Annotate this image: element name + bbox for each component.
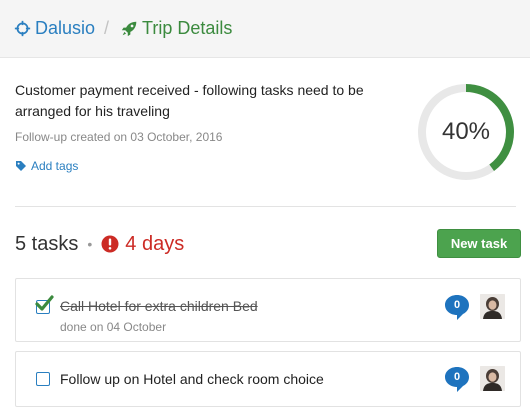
breadcrumb-separator: / xyxy=(104,17,110,38)
days-remaining: 4 days xyxy=(125,232,185,255)
exclamation-circle-icon xyxy=(101,235,119,253)
trip-description: Customer payment received - following ta… xyxy=(15,82,364,119)
task-checkbox[interactable] xyxy=(36,372,50,386)
comment-count: 0 xyxy=(453,371,461,383)
checkmark-icon xyxy=(35,295,54,311)
tasks-count: 5 tasks xyxy=(15,232,79,255)
avatar[interactable] xyxy=(480,366,505,391)
breadcrumb-home-link[interactable]: Dalusio xyxy=(14,17,95,39)
tag-icon xyxy=(16,161,26,171)
separator-bullet: • xyxy=(87,236,93,252)
tasks-summary: 5 tasks • 4 days xyxy=(15,231,184,257)
rocket-icon xyxy=(121,21,137,36)
followup-created-date: Follow-up created on 03 October, 2016 xyxy=(15,130,223,144)
section-divider xyxy=(15,206,516,207)
breadcrumb-current: Trip Details xyxy=(121,17,232,39)
avatar-image xyxy=(480,294,505,319)
comment-count: 0 xyxy=(453,299,461,311)
page-header: Dalusio / Trip Details xyxy=(0,0,530,58)
progress-percent-label: 40% xyxy=(441,118,491,145)
avatar-image xyxy=(480,366,505,391)
add-tags-label: Add tags xyxy=(31,159,79,173)
new-task-button[interactable]: New task xyxy=(437,229,521,258)
breadcrumb-home-label: Dalusio xyxy=(35,17,96,38)
task-status: done on 04 October xyxy=(60,320,167,334)
task-title: Follow up on Hotel and check room choice xyxy=(60,371,324,387)
add-tags-link[interactable]: Add tags xyxy=(15,159,78,173)
crosshair-icon xyxy=(14,20,31,36)
avatar[interactable] xyxy=(480,294,505,319)
breadcrumb-current-label: Trip Details xyxy=(142,17,233,38)
task-title: Call Hotel for extra children Bed xyxy=(60,298,258,314)
task-card[interactable]: Call Hotel for extra children Bed done o… xyxy=(15,278,521,342)
task-card[interactable]: Follow up on Hotel and check room choice… xyxy=(15,351,521,407)
